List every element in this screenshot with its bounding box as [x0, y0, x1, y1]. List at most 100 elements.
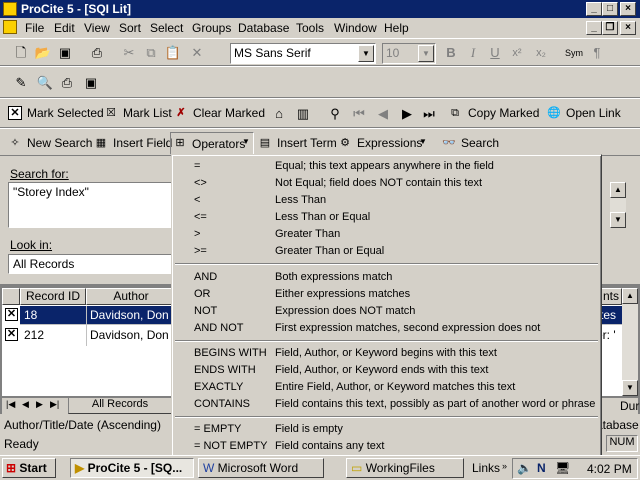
menu-tools[interactable]: Tools: [296, 21, 324, 35]
first-record-icon[interactable]: ⏮: [350, 105, 368, 123]
save-icon[interactable]: ▣: [56, 44, 74, 62]
menu-item-not-equal[interactable]: <> Not Equal; field does NOT contain this…: [172, 175, 601, 192]
task-workingfiles[interactable]: ▭ WorkingFiles: [346, 458, 464, 478]
menu-select[interactable]: Select: [150, 21, 183, 35]
menu-item-not[interactable]: NOT Expression does NOT match: [172, 303, 601, 320]
scroll-down-icon[interactable]: ▼: [610, 212, 626, 228]
menu-item-begins-with[interactable]: BEGINS WITH Field, Author, or Keyword beg…: [172, 345, 601, 362]
insert-field-button[interactable]: Insert Field: [113, 136, 172, 150]
menu-item-less-or-equal[interactable]: <= Less Than or Equal: [172, 209, 601, 226]
column-header-record-id[interactable]: Record ID: [20, 288, 86, 305]
menu-file[interactable]: File: [25, 21, 44, 35]
print-icon[interactable]: ⎙: [88, 44, 106, 62]
font-size-select[interactable]: 10 ▼: [382, 43, 436, 64]
italic-button[interactable]: I: [464, 44, 482, 62]
cut-icon[interactable]: ✂: [120, 44, 138, 62]
speaker-icon[interactable]: 🔈: [517, 461, 532, 475]
print-icon[interactable]: ⎙: [58, 74, 76, 92]
search-for-input[interactable]: "Storey Index": [8, 182, 173, 228]
doc-icon[interactable]: [3, 20, 17, 34]
links-toolbar[interactable]: Links: [472, 461, 500, 475]
scroll-down-icon[interactable]: ▼: [622, 380, 638, 396]
search-button[interactable]: Search: [461, 136, 499, 150]
last-tab-icon[interactable]: ▶|: [50, 399, 59, 410]
chevron-down-icon[interactable]: ▼: [358, 45, 374, 62]
scroll-up-icon[interactable]: ▲: [622, 288, 638, 304]
menu-window[interactable]: Window: [334, 21, 377, 35]
menu-item-equal[interactable]: = Equal; this text appears anywhere in th…: [172, 158, 601, 175]
tab-all-records[interactable]: All Records: [68, 398, 172, 414]
task-word[interactable]: W Microsoft Word: [198, 458, 324, 478]
menu-item-greater-or-equal[interactable]: >= Greater Than or Equal: [172, 243, 601, 260]
task-procite[interactable]: ▶ ProCite 5 - [SQ...: [70, 458, 194, 478]
copy-marked-button[interactable]: Copy Marked: [468, 106, 539, 120]
find-icon[interactable]: ⚲: [326, 105, 344, 123]
previous-record-icon[interactable]: ◀: [374, 105, 392, 123]
row-checkbox[interactable]: ✕: [5, 308, 18, 321]
copy-icon[interactable]: ⧉: [142, 44, 160, 62]
doc-restore-button[interactable]: ❐: [602, 21, 618, 35]
open-link-button[interactable]: Open Link: [566, 106, 621, 120]
minimize-button[interactable]: _: [586, 2, 602, 16]
menu-item-greater-than[interactable]: > Greater Than: [172, 226, 601, 243]
menu-item-and[interactable]: AND Both expressions match: [172, 269, 601, 286]
clock[interactable]: 4:02 PM: [587, 462, 632, 476]
menu-item-contains[interactable]: CONTAINS Field contains this text, possib…: [172, 396, 601, 413]
split-view-icon[interactable]: ▥: [294, 105, 312, 123]
menu-sort[interactable]: Sort: [119, 21, 141, 35]
chevron-down-icon[interactable]: ▼: [419, 137, 427, 146]
menu-item-empty[interactable]: = EMPTY Field is empty: [172, 421, 601, 438]
menu-item-or[interactable]: OR Either expressions matches: [172, 286, 601, 303]
menu-groups[interactable]: Groups: [192, 21, 231, 35]
next-record-icon[interactable]: ▶: [398, 105, 416, 123]
scroll-up-icon[interactable]: ▲: [610, 182, 626, 198]
menu-item-ends-with[interactable]: ENDS WITH Field, Author, or Keyword ends …: [172, 362, 601, 379]
record-view-icon[interactable]: ⌂: [270, 105, 288, 123]
new-search-button[interactable]: New Search: [27, 136, 92, 150]
mark-list-button[interactable]: Mark List: [123, 106, 172, 120]
chevron-right-icon[interactable]: »: [502, 461, 507, 471]
paste-icon[interactable]: 📋: [164, 44, 182, 62]
network-icon[interactable]: N: [537, 461, 546, 475]
menu-help[interactable]: Help: [384, 21, 409, 35]
column-header-author[interactable]: Author: [86, 288, 176, 305]
delete-icon[interactable]: ✕: [188, 44, 206, 62]
doc-close-button[interactable]: ×: [620, 21, 636, 35]
grid-vscrollbar[interactable]: ▲ ▼: [622, 288, 638, 396]
bold-button[interactable]: B: [442, 44, 460, 62]
menu-item-less-than[interactable]: < Less Than: [172, 192, 601, 209]
search-scrollbar[interactable]: ▲ ▼: [610, 182, 626, 228]
last-record-icon[interactable]: ⏭: [420, 105, 438, 123]
maximize-button[interactable]: □: [602, 2, 618, 16]
expressions-button[interactable]: Expressions: [357, 136, 422, 150]
superscript-button[interactable]: x²: [508, 44, 526, 62]
row-checkbox[interactable]: ✕: [5, 328, 18, 341]
mark-selected-button[interactable]: Mark Selected: [27, 106, 104, 120]
menu-view[interactable]: View: [84, 21, 110, 35]
preview-icon[interactable]: 🔍: [36, 74, 54, 92]
pilcrow-button[interactable]: ¶: [588, 44, 606, 62]
operators-button[interactable]: ⊞ Operators ▼: [170, 132, 254, 155]
close-button[interactable]: ×: [620, 2, 636, 16]
insert-term-button[interactable]: Insert Term: [277, 136, 337, 150]
monitor-icon[interactable]: 🖥: [555, 461, 570, 475]
look-in-select[interactable]: All Records: [8, 254, 173, 274]
font-name-select[interactable]: MS Sans Serif ▼: [230, 43, 376, 64]
prev-tab-icon[interactable]: ◀: [22, 399, 29, 410]
first-tab-icon[interactable]: |◀: [6, 399, 15, 410]
subscript-button[interactable]: x₂: [532, 44, 550, 62]
open-folder-icon[interactable]: 📂: [34, 44, 52, 62]
chevron-down-icon[interactable]: ▼: [418, 45, 434, 62]
symbol-button[interactable]: Sym: [562, 44, 586, 62]
tab-partial[interactable]: Dur: [620, 399, 639, 413]
app-icon[interactable]: [3, 2, 17, 16]
new-file-icon[interactable]: 🗋: [12, 44, 30, 62]
clear-marked-button[interactable]: Clear Marked: [193, 106, 265, 120]
menu-edit[interactable]: Edit: [54, 21, 75, 35]
next-tab-icon[interactable]: ▶: [36, 399, 43, 410]
edit-record-icon[interactable]: ✎: [12, 74, 30, 92]
menu-item-and-not[interactable]: AND NOT First expression matches, second …: [172, 320, 601, 337]
save-icon[interactable]: ▣: [82, 74, 100, 92]
menu-item-not-empty[interactable]: = NOT EMPTY Field contains any text: [172, 438, 601, 455]
menu-database[interactable]: Database: [238, 21, 289, 35]
